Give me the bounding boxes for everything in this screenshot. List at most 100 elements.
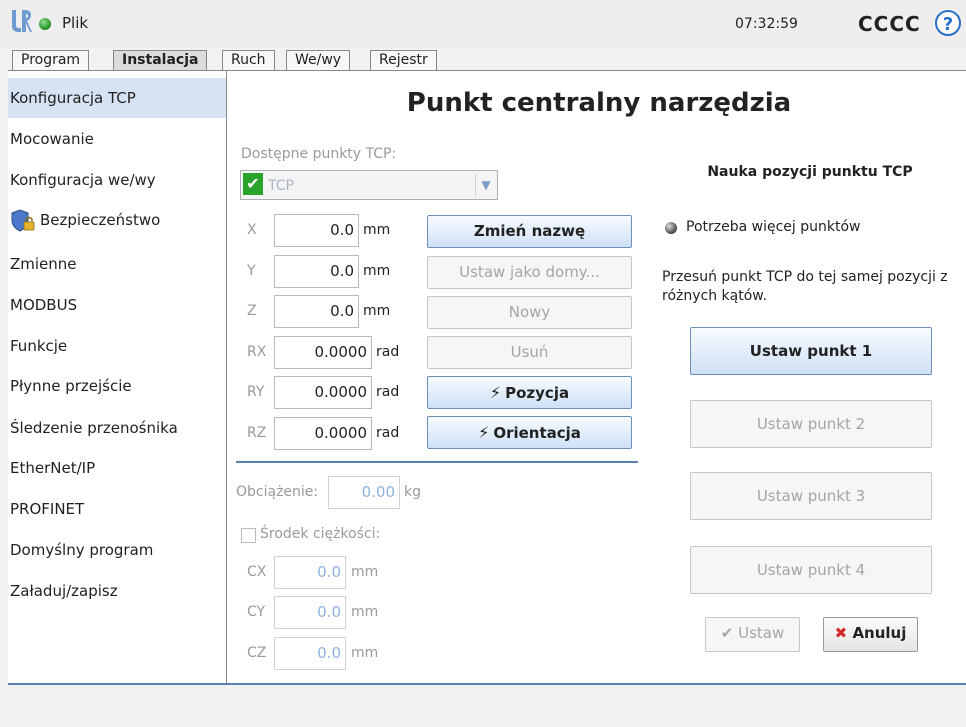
magic-wand-icon: ⚡ [478,423,490,442]
top-bar [0,0,966,48]
shield-lock-icon [11,208,35,232]
sidebar-item-smooth-transition[interactable]: Płynne przejście [8,366,226,406]
position-wizard-label: Pozycja [505,384,570,402]
sidebar-item-label: Załaduj/zapisz [10,582,118,600]
set-button-label: Ustaw [738,624,785,642]
rename-button[interactable]: Zmień nazwę [427,215,632,248]
sidebar-item-label: Płynne przejście [10,377,132,395]
z-unit: mm [363,303,391,319]
ry-input[interactable]: 0.0000 [274,376,372,409]
program-status-icon [39,18,51,30]
sidebar-item-io-config[interactable]: Konfiguracja we/wy [8,160,226,200]
set-default-button[interactable]: Ustaw jako domy... [427,256,632,289]
axis-label-z: Z [247,303,257,319]
sidebar-item-label: Śledzenie przenośnika [10,419,178,437]
cy-input[interactable]: 0.0 [274,596,346,629]
ry-unit: rad [376,384,400,400]
rx-unit: rad [376,344,400,360]
clock: 07:32:59 [735,16,798,32]
cancel-button-label: Anuluj [852,624,907,642]
set-point-2-button[interactable]: Ustaw punkt 2 [690,400,932,448]
tab-rejestr[interactable]: Rejestr [370,50,437,71]
sidebar-item-label: MODBUS [10,296,78,314]
sidebar-item-label: Zmienne [10,255,77,273]
cog-label: Środek ciężkości: [260,526,381,542]
help-icon[interactable]: ? [935,10,961,36]
position-wizard-button[interactable]: ⚡ Pozycja [427,376,632,409]
set-point-1-button[interactable]: Ustaw punkt 1 [690,327,932,375]
x-input[interactable]: 0.0 [274,214,359,247]
axis-label-cy: CY [247,604,266,620]
sidebar-item-load-save[interactable]: Załaduj/zapisz [8,571,226,611]
section-divider [236,461,638,463]
sidebar-item-profinet[interactable]: PROFINET [8,489,226,529]
set-point-4-button[interactable]: Ustaw punkt 4 [690,546,932,594]
axis-label-x: X [247,222,257,238]
check-icon: ✔ [720,624,734,642]
sidebar-item-label: Konfiguracja TCP [10,89,136,107]
close-icon: ✖ [834,624,848,642]
axis-label-rz: RZ [247,425,267,441]
cy-unit: mm [351,604,379,620]
axis-label-ry: RY [247,384,265,400]
sidebar-item-label: Konfiguracja we/wy [10,171,156,189]
axis-label-rx: RX [247,344,267,360]
file-menu[interactable]: Plik [62,14,88,32]
teach-section-title: Nauka pozycji punktu TCP [707,164,913,180]
y-input[interactable]: 0.0 [274,255,359,288]
set-button[interactable]: ✔ Ustaw [705,617,800,652]
cz-input[interactable]: 0.0 [274,637,346,670]
cx-input[interactable]: 0.0 [274,556,346,589]
ur-logo-icon [12,10,32,32]
orientation-wizard-label: Orientacja [493,424,581,442]
page-title: Punkt centralny narzędzia [406,88,792,118]
axis-label-cx: CX [247,564,267,580]
cancel-button[interactable]: ✖ Anuluj [823,617,918,652]
delete-tcp-button[interactable]: Usuń [427,336,632,369]
x-unit: mm [363,222,391,238]
sidebar-item-label: PROFINET [10,500,85,518]
rx-input[interactable]: 0.0000 [274,336,372,369]
cz-unit: mm [351,645,379,661]
sidebar-item-mounting[interactable]: Mocowanie [8,119,226,159]
cx-unit: mm [351,564,379,580]
tab-we-wy[interactable]: We/wy [286,50,351,71]
axis-label-y: Y [247,263,256,279]
sidebar-item-label: Bezpieczeństwo [40,211,161,229]
z-input[interactable]: 0.0 [274,295,359,328]
teach-status: Potrzeba więcej punktów [686,219,861,235]
set-point-3-button[interactable]: Ustaw punkt 3 [690,472,932,520]
rz-input[interactable]: 0.0000 [274,417,372,450]
new-tcp-button[interactable]: Nowy [427,296,632,329]
axis-label-cz: CZ [247,645,267,661]
tcp-list-label: Dostępne punkty TCP: [241,146,397,162]
sidebar-item-modbus[interactable]: MODBUS [8,285,226,325]
sidebar-item-tcp-config[interactable]: Konfiguracja TCP [8,78,226,118]
sidebar-item-conveyor-tracking[interactable]: Śledzenie przenośnika [8,408,226,448]
sidebar-item-label: Funkcje [10,337,68,355]
payload-input[interactable]: 0.00 [328,476,400,509]
sidebar-item-label: Mocowanie [10,130,94,148]
sidebar-item-default-program[interactable]: Domyślny program [8,530,226,570]
payload-unit: kg [404,484,421,500]
orientation-wizard-button[interactable]: ⚡ Orientacja [427,416,632,449]
rz-unit: rad [376,425,400,441]
tab-ruch[interactable]: Ruch [222,50,275,71]
robot-name: CCCC [858,12,921,36]
tcp-select-value: TCP [268,178,294,194]
cog-checkbox[interactable] [241,528,256,543]
sidebar-item-features[interactable]: Funkcje [8,326,226,366]
status-led-icon [665,222,677,234]
sidebar-item-variables[interactable]: Zmienne [8,244,226,284]
teach-instruction: Przesuń punkt TCP do tej samej pozycji z… [662,269,948,304]
tab-program[interactable]: Program [12,50,90,71]
y-unit: mm [363,263,391,279]
magic-wand-icon: ⚡ [489,383,502,402]
payload-label: Obciążenie: [236,484,319,500]
chevron-down-icon[interactable]: ▼ [475,174,496,196]
tab-instalacja[interactable]: Instalacja [113,50,208,71]
sidebar-item-ethernet-ip[interactable]: EtherNet/IP [8,448,226,488]
sidebar-item-label: EtherNet/IP [10,459,96,477]
check-icon: ✔ [243,173,263,195]
sidebar-item-safety[interactable]: Bezpieczeństwo [8,200,226,240]
